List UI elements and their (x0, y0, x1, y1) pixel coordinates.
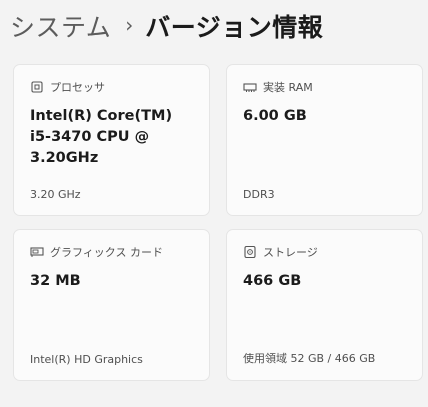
memory-icon (243, 80, 257, 94)
graphics-memory-value: 32 MB (30, 273, 81, 289)
storage-usage: 使用領域 52 GB / 466 GB (243, 352, 376, 365)
processor-card-title: プロセッサ (50, 81, 105, 94)
storage-value: 466 GB (243, 273, 302, 289)
graphics-card: グラフィックス カード 32 MB Intel(R) HD Graphics (13, 229, 210, 381)
ram-card-title: 実装 RAM (263, 81, 313, 94)
graphics-card-title: グラフィックス カード (50, 246, 163, 259)
ram-type: DDR3 (243, 188, 275, 201)
chevron-right-icon: › (125, 13, 134, 37)
cpu-icon (30, 80, 44, 94)
processor-value: Intel(R) Core(TM) i5-3470 CPU @ 3.20GHz (30, 108, 173, 166)
graphics-card-header: グラフィックス カード (30, 244, 163, 260)
storage-drive-icon (243, 245, 257, 259)
ram-card-header: 実装 RAM (243, 79, 313, 95)
processor-card: プロセッサ Intel(R) Core(TM) i5-3470 CPU @ 3.… (13, 64, 210, 216)
processor-clock-speed: 3.20 GHz (30, 188, 81, 201)
storage-card: ストレージ 466 GB 使用領域 52 GB / 466 GB (226, 229, 423, 381)
graphics-card-icon (30, 245, 44, 259)
ram-value: 6.00 GB (243, 108, 307, 124)
page-title: バージョン情報 (145, 13, 324, 42)
processor-card-header: プロセッサ (30, 79, 105, 95)
graphics-card-model: Intel(R) HD Graphics (30, 353, 143, 366)
breadcrumb: システム › バージョン情報 (10, 8, 323, 44)
storage-card-header: ストレージ (243, 244, 318, 260)
ram-card: 実装 RAM 6.00 GB DDR3 (226, 64, 423, 216)
breadcrumb-system-link[interactable]: システム (10, 8, 111, 44)
storage-card-title: ストレージ (263, 246, 318, 259)
